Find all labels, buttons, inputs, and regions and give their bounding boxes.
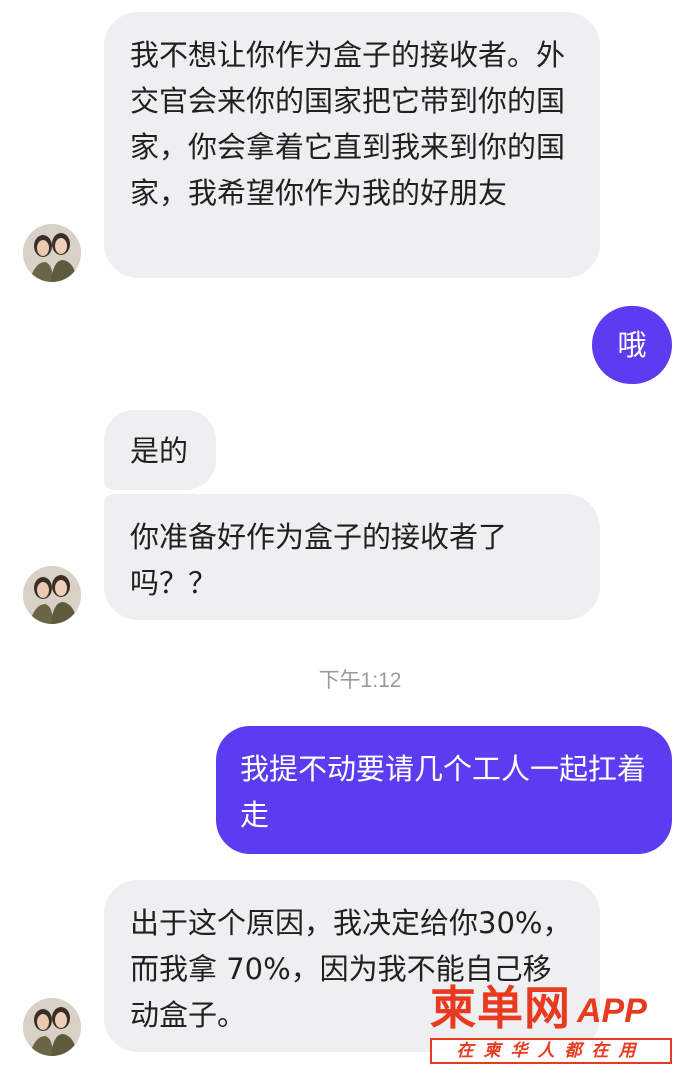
message-text: 你准备好作为盒子的接收者了吗？？	[130, 520, 508, 600]
outgoing-message-bubble[interactable]: 哦	[592, 306, 672, 384]
watermark-logo-row: 柬单网 APP	[430, 980, 647, 1036]
message-text: 哦	[617, 328, 647, 362]
message-text: 我提不动要请几个工人一起扛着走	[240, 752, 647, 832]
incoming-message-bubble[interactable]: 你准备好作为盒子的接收者了吗？？	[104, 494, 600, 620]
incoming-message-bubble[interactable]: 是的	[104, 410, 216, 490]
watermark: 柬单网 APP 在柬华人都在用	[424, 980, 686, 1069]
avatar-photo-icon	[23, 998, 81, 1056]
timestamp: 下午1:12	[318, 669, 402, 692]
watermark-slogan: 在柬华人都在用	[430, 1038, 672, 1064]
message-text: 是的	[130, 434, 189, 468]
outgoing-message-bubble[interactable]: 我提不动要请几个工人一起扛着走	[216, 726, 672, 854]
contact-avatar[interactable]	[23, 224, 81, 282]
contact-avatar[interactable]	[23, 566, 81, 624]
message-text: 我不想让你作为盒子的接收者。外交官会来你的国家把它带到你的国家，你会拿着它直到我…	[130, 38, 566, 210]
watermark-logo: 柬单网	[430, 981, 571, 1035]
incoming-message-bubble[interactable]: 我不想让你作为盒子的接收者。外交官会来你的国家把它带到你的国家，你会拿着它直到我…	[104, 12, 600, 278]
watermark-app-label: APP	[577, 992, 647, 1030]
avatar-photo-icon	[23, 224, 81, 282]
avatar-photo-icon	[23, 566, 81, 624]
contact-avatar[interactable]	[23, 998, 81, 1056]
